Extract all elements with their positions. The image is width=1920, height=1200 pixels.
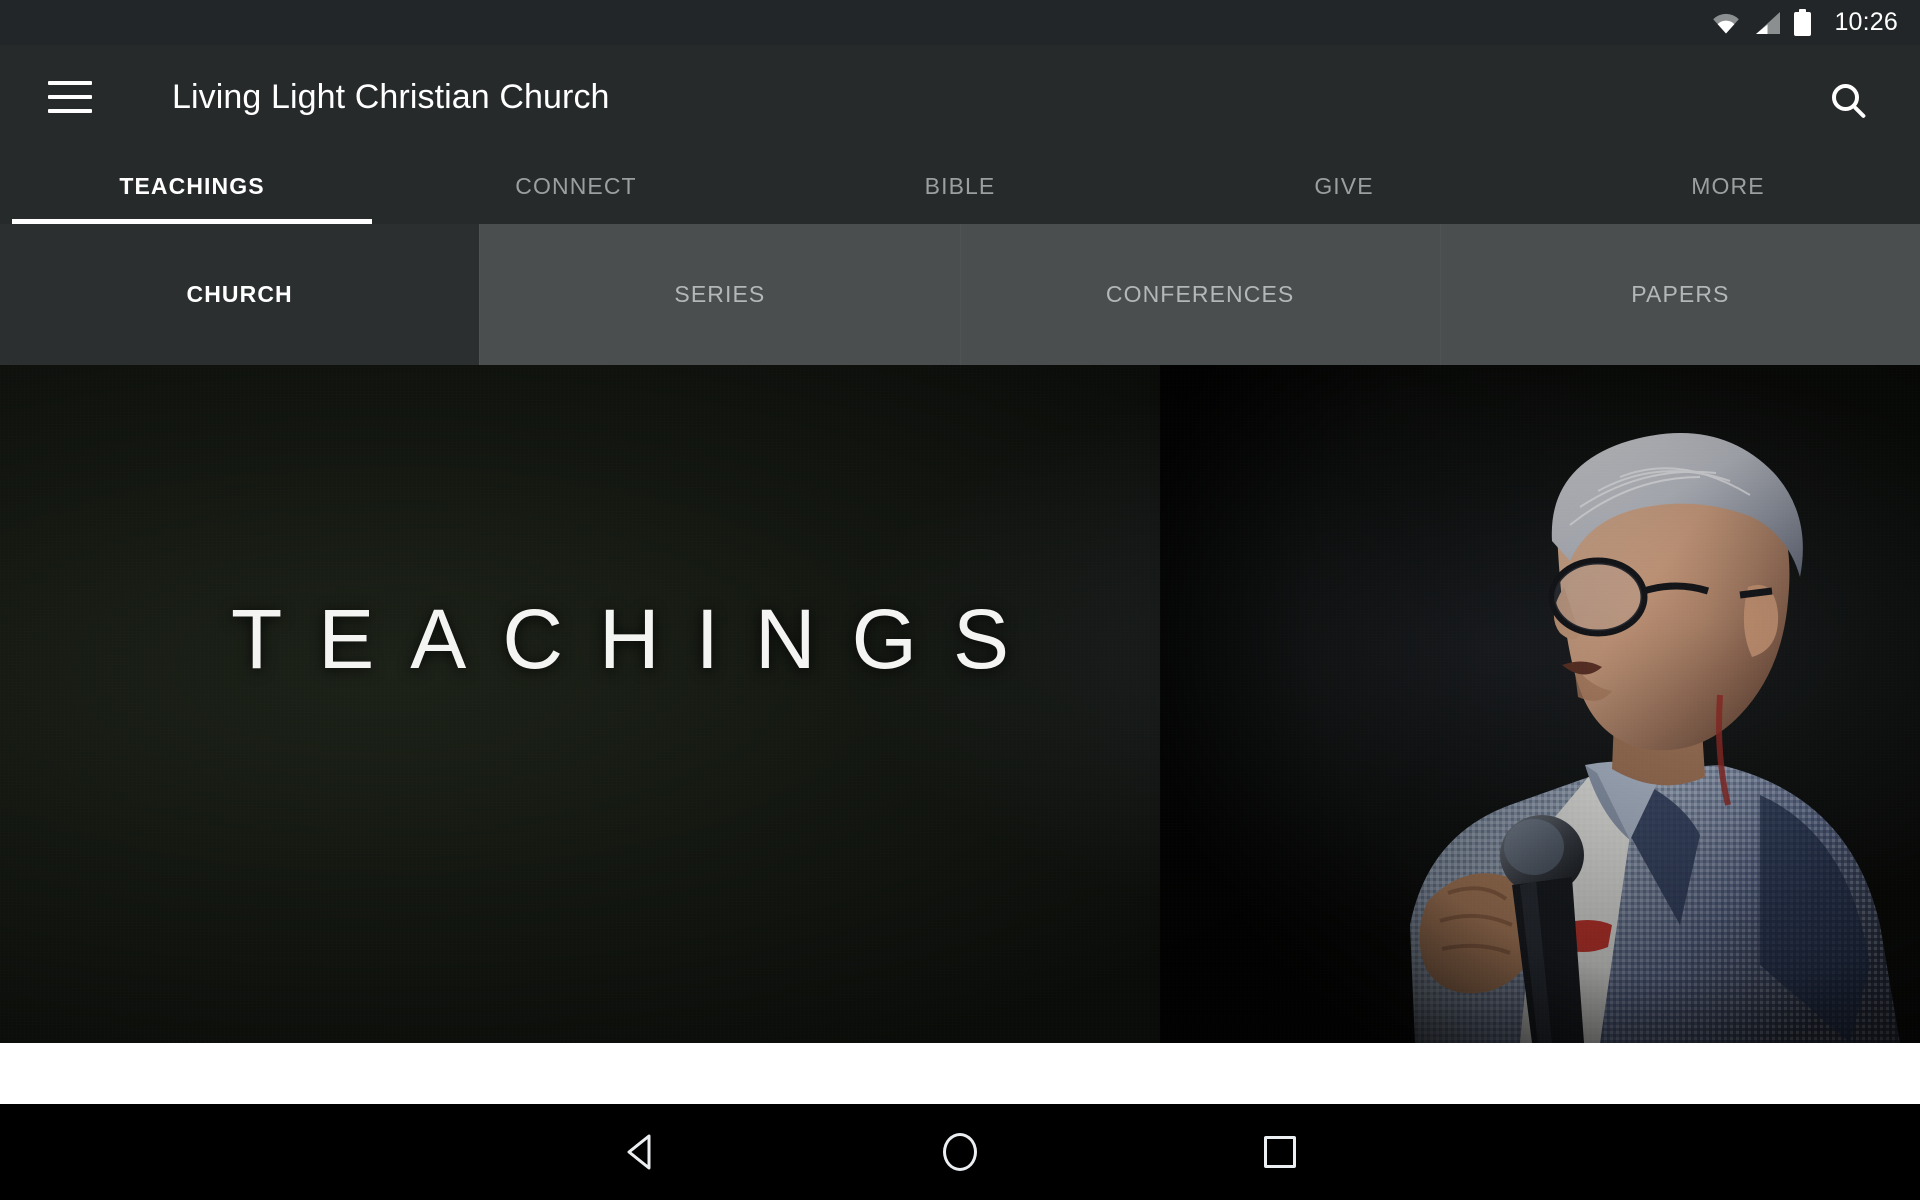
tab-more-label: MORE — [1691, 173, 1765, 199]
status-clock: 10:26 — [1834, 8, 1898, 36]
tab-give-label: GIVE — [1314, 173, 1374, 199]
hero-banner[interactable]: TEACHINGS — [0, 365, 1920, 1043]
subtab-church[interactable]: CHURCH — [0, 224, 480, 365]
page-title: Living Light Christian Church — [172, 77, 610, 116]
app-root: 10:26 Living Light Christian Church TEAC… — [0, 0, 1920, 1200]
back-triangle-icon[interactable] — [480, 1104, 800, 1200]
tab-more[interactable]: MORE — [1536, 149, 1920, 224]
status-bar: 10:26 — [0, 0, 1920, 45]
cell-signal-icon — [1754, 11, 1781, 35]
android-navigation-bar — [0, 1104, 1920, 1200]
content-area — [0, 1043, 1920, 1104]
subtab-papers-label: PAPERS — [1631, 281, 1730, 307]
subtab-conferences-label: CONFERENCES — [1105, 281, 1295, 307]
home-circle-icon[interactable] — [800, 1104, 1120, 1200]
tab-connect[interactable]: CONNECT — [384, 149, 768, 224]
secondary-tab-bar: CHURCH SERIES CONFERENCES PAPERS — [0, 224, 1920, 365]
subtab-church-label: CHURCH — [186, 281, 293, 307]
subtab-papers[interactable]: PAPERS — [1439, 224, 1920, 365]
battery-icon — [1794, 9, 1812, 36]
hero-title: TEACHINGS — [230, 592, 1046, 686]
status-icons: 10:26 — [1711, 9, 1898, 36]
search-icon[interactable] — [1818, 70, 1872, 124]
subtab-series-label: SERIES — [674, 281, 766, 307]
tab-teachings-label: TEACHINGS — [119, 173, 265, 199]
tab-teachings[interactable]: TEACHINGS — [0, 149, 384, 224]
app-bar: Living Light Christian Church — [0, 45, 1920, 149]
hero-texture-overlay — [0, 365, 1920, 1043]
tab-connect-label: CONNECT — [515, 173, 637, 199]
tab-bible[interactable]: BIBLE — [768, 149, 1152, 224]
subtab-conferences[interactable]: CONFERENCES — [959, 224, 1440, 365]
subtab-series[interactable]: SERIES — [479, 224, 960, 365]
tab-bible-label: BIBLE — [924, 173, 996, 199]
recents-square-icon[interactable] — [1120, 1104, 1440, 1200]
primary-tab-bar: TEACHINGS CONNECT BIBLE GIVE MORE — [0, 149, 1920, 224]
wifi-icon — [1711, 11, 1741, 35]
tab-give[interactable]: GIVE — [1152, 149, 1536, 224]
hamburger-menu-icon[interactable] — [48, 81, 92, 113]
